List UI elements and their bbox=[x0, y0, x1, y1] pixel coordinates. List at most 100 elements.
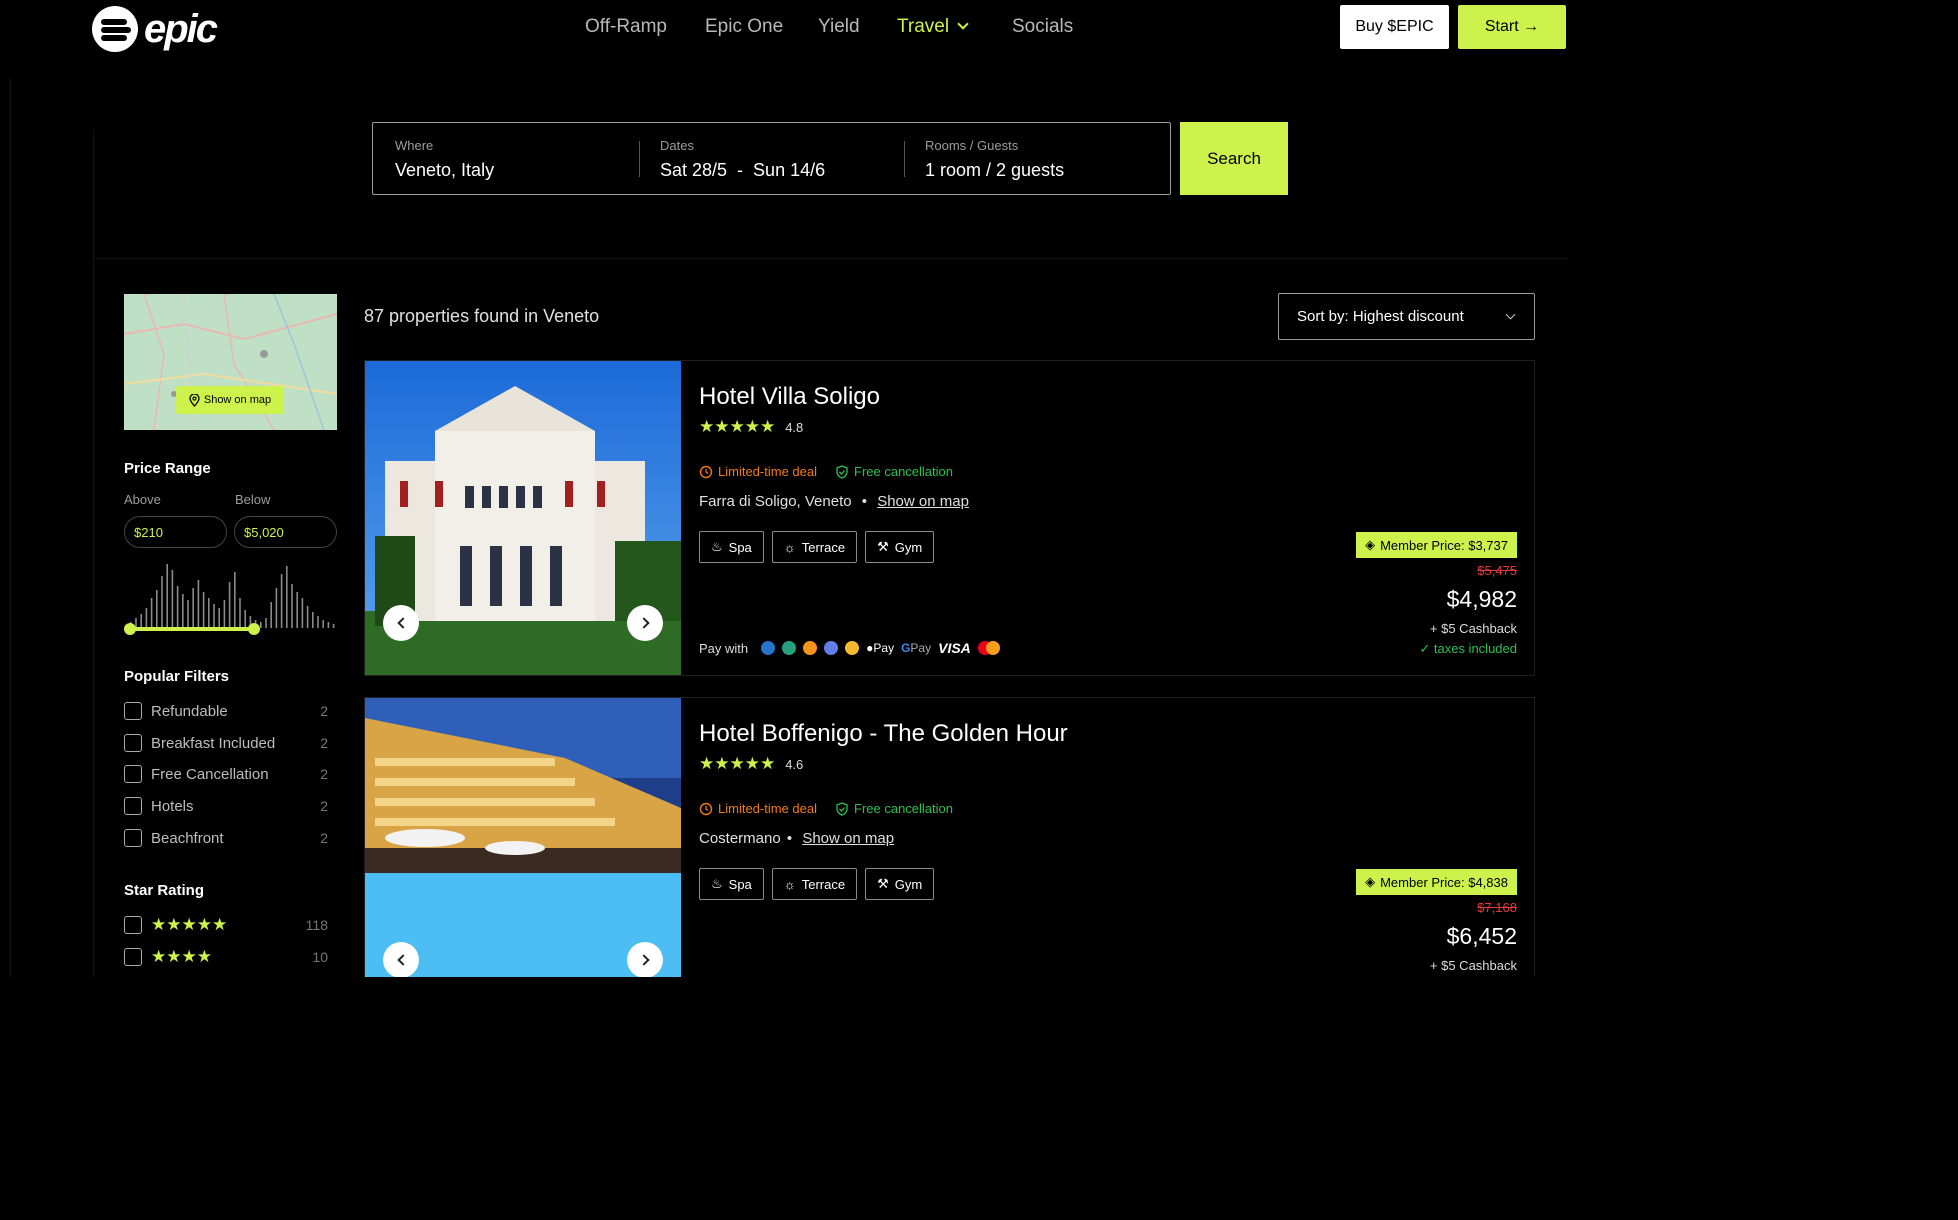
map-thumbnail[interactable]: Show on map bbox=[124, 294, 337, 430]
rooms-guests-field[interactable]: Rooms / Guests 1 room / 2 guests bbox=[903, 123, 1171, 194]
price-above-input[interactable]: $210 bbox=[124, 516, 227, 548]
hotel-card[interactable]: Hotel Boffenigo - The Golden Hour ★★★★★ … bbox=[364, 697, 1535, 977]
nav-yield[interactable]: Yield bbox=[818, 16, 860, 38]
filter-4-stars[interactable]: ★★★★ 10 bbox=[124, 946, 328, 968]
member-price-badge: ◈ Member Price: $3,737 bbox=[1356, 532, 1517, 558]
visa-icon: VISA bbox=[938, 640, 971, 656]
checkbox[interactable] bbox=[124, 734, 142, 752]
amenity-label: Gym bbox=[894, 876, 923, 892]
filter-5-stars[interactable]: ★★★★★ 118 bbox=[124, 914, 328, 936]
checkbox[interactable] bbox=[124, 797, 142, 815]
five-star-icons: ★★★★★ bbox=[151, 915, 228, 934]
shield-check-icon bbox=[836, 801, 848, 816]
histogram-bar bbox=[234, 572, 236, 628]
where-label: Where bbox=[395, 138, 434, 153]
separator-dot: • bbox=[786, 830, 793, 847]
hotel-rating: ★★★★★ 4.6 bbox=[699, 754, 803, 774]
nav-travel-label: Travel bbox=[897, 16, 950, 37]
sort-dropdown[interactable]: Sort by: Highest discount bbox=[1278, 293, 1535, 340]
nav-travel[interactable]: Travel bbox=[897, 16, 969, 38]
nav-off-ramp[interactable]: Off-Ramp bbox=[585, 16, 667, 38]
show-on-map-link[interactable]: Show on map bbox=[877, 493, 969, 510]
ethereum-icon bbox=[824, 641, 839, 655]
cancellation-label: Free cancellation bbox=[854, 464, 953, 479]
checkbox[interactable] bbox=[124, 829, 142, 847]
deal-label: Limited-time deal bbox=[718, 801, 817, 816]
bnb-icon bbox=[845, 641, 860, 655]
bitcoin-icon bbox=[803, 641, 818, 655]
next-photo-button[interactable] bbox=[627, 942, 663, 977]
epic-logo[interactable]: epic bbox=[92, 6, 218, 52]
pool-image bbox=[365, 698, 681, 977]
nav-socials[interactable]: Socials bbox=[1012, 16, 1073, 38]
previous-photo-button[interactable] bbox=[383, 605, 419, 641]
histogram-bar bbox=[182, 594, 184, 628]
star-rating-title: Star Rating bbox=[124, 882, 205, 899]
dates-label: Dates bbox=[660, 138, 694, 153]
rating-stars-icon: ★★★★★ bbox=[699, 417, 776, 436]
cashback-text: + $5 Cashback bbox=[1429, 621, 1517, 636]
spa-icon: ♨ bbox=[711, 539, 723, 554]
hotel-photo[interactable] bbox=[365, 698, 681, 977]
amenity-terrace: ☼ Terrace bbox=[771, 531, 858, 563]
filter-beachfront[interactable]: Beachfront 2 bbox=[124, 827, 328, 849]
nav-epic-one[interactable]: Epic One bbox=[705, 16, 783, 38]
hotel-name[interactable]: Hotel Boffenigo - The Golden Hour bbox=[699, 720, 1068, 748]
tag-icon: ◈ bbox=[1365, 874, 1376, 889]
checkbox[interactable] bbox=[124, 916, 142, 934]
filter-count: 2 bbox=[320, 830, 328, 846]
where-field[interactable]: Where Veneto, Italy bbox=[373, 123, 639, 194]
location-text: Farra di Soligo, Veneto bbox=[699, 493, 852, 510]
histogram-bar bbox=[202, 592, 205, 628]
current-price: $6,452 bbox=[1446, 923, 1517, 949]
mastercard-icon bbox=[977, 641, 1000, 655]
original-price: $5,475 bbox=[1477, 563, 1517, 578]
gym-icon: ⚒ bbox=[877, 876, 889, 891]
current-price: $4,982 bbox=[1446, 586, 1517, 612]
filter-count: 2 bbox=[320, 735, 328, 751]
rating-value: 4.8 bbox=[785, 419, 804, 435]
checkbox[interactable] bbox=[124, 948, 142, 966]
previous-photo-button[interactable] bbox=[383, 942, 419, 977]
amenity-spa: ♨ Spa bbox=[699, 868, 764, 900]
filter-breakfast-included[interactable]: Breakfast Included 2 bbox=[124, 732, 328, 754]
search-button[interactable]: Search bbox=[1180, 122, 1288, 195]
histogram-bar bbox=[306, 606, 309, 628]
filter-label: Beachfront bbox=[151, 829, 224, 847]
filter-refundable[interactable]: Refundable 2 bbox=[124, 700, 328, 722]
buy-epic-button[interactable]: Buy $EPIC bbox=[1340, 5, 1449, 49]
histogram-bar bbox=[239, 598, 241, 628]
apple-pay-label: Pay bbox=[873, 641, 895, 655]
show-on-map-link[interactable]: Show on map bbox=[802, 830, 894, 847]
show-on-map-label: Show on map bbox=[203, 394, 272, 406]
chevron-left-icon bbox=[396, 617, 409, 629]
start-button[interactable]: Start → bbox=[1458, 5, 1566, 49]
hotel-name[interactable]: Hotel Villa Soligo bbox=[699, 383, 880, 411]
hotel-location: Farra di Soligo, Veneto • Show on map bbox=[699, 493, 969, 510]
price-histogram bbox=[130, 564, 335, 628]
histogram-bar bbox=[322, 620, 324, 628]
amenity-gym: ⚒ Gym bbox=[865, 868, 935, 900]
apple-pay-icon: ●Pay bbox=[866, 641, 894, 655]
histogram-bar bbox=[228, 582, 231, 628]
hotel-card[interactable]: Hotel Villa Soligo ★★★★★ 4.8 Limited-tim… bbox=[364, 360, 1535, 676]
checkbox[interactable] bbox=[124, 702, 142, 720]
hotel-photo[interactable] bbox=[365, 361, 681, 675]
dates-field[interactable]: Dates Sat 28/5 - Sun 14/6 bbox=[638, 123, 904, 194]
amenity-spa: ♨ Spa bbox=[699, 531, 764, 563]
amenities: ♨ Spa ☼ Terrace ⚒ Gym bbox=[699, 531, 935, 563]
show-on-map-button[interactable]: Show on map bbox=[176, 386, 284, 414]
hotel-rating: ★★★★★ 4.8 bbox=[699, 417, 803, 437]
usdt-icon bbox=[782, 641, 797, 655]
price-below-input[interactable]: $5,020 bbox=[234, 516, 337, 548]
filter-hotels[interactable]: Hotels 2 bbox=[124, 795, 328, 817]
price-slider-max-handle[interactable] bbox=[248, 623, 260, 635]
filter-free-cancellation[interactable]: Free Cancellation 2 bbox=[124, 763, 328, 785]
checkbox[interactable] bbox=[124, 765, 142, 783]
next-photo-button[interactable] bbox=[627, 605, 663, 641]
amenities: ♨ Spa ☼ Terrace ⚒ Gym bbox=[699, 868, 935, 900]
logo-text: epic bbox=[144, 7, 218, 51]
histogram-bar bbox=[332, 624, 335, 628]
amenity-label: Terrace bbox=[801, 539, 846, 555]
price-slider-min-handle[interactable] bbox=[124, 623, 136, 635]
